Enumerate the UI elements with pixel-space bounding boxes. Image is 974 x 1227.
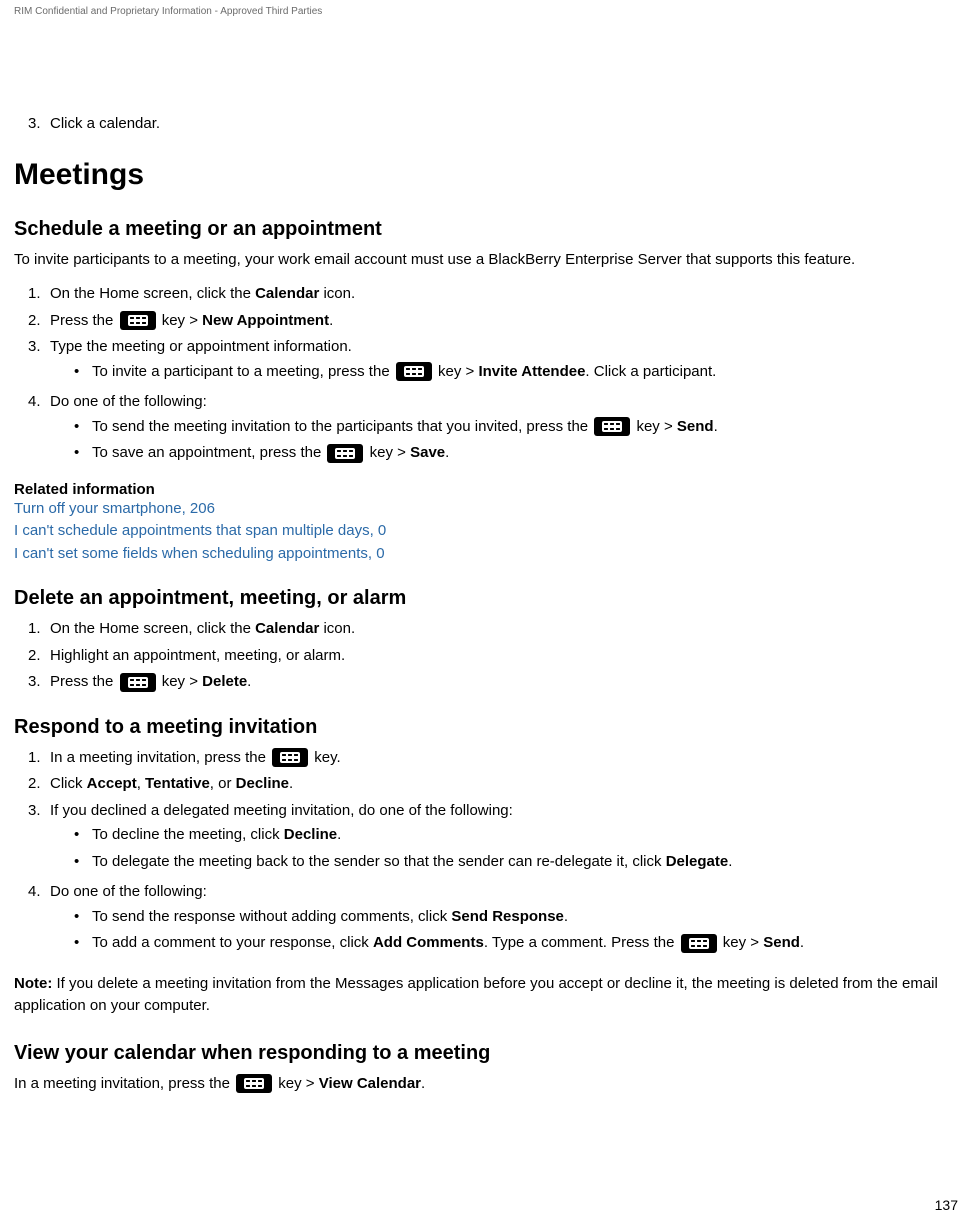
respond-step-3-bullet-1: • To decline the meeting, click Decline.: [50, 824, 960, 847]
heading-meetings: Meetings: [14, 158, 960, 192]
heading-schedule: Schedule a meeting or an appointment: [14, 218, 960, 241]
page-number: 137: [935, 1197, 958, 1213]
respond-step-4-bullet-1: • To send the response without adding co…: [50, 906, 960, 929]
respond-note: Note: If you delete a meeting invitation…: [14, 973, 960, 1018]
schedule-step-1: 1. On the Home screen, click the Calenda…: [28, 283, 960, 306]
step-text: Click a calendar.: [50, 113, 960, 136]
respond-step-3-bullet-2: • To delegate the meeting back to the se…: [50, 851, 960, 874]
schedule-step-3: 3. Type the meeting or appointment infor…: [28, 336, 960, 387]
view-calendar-section: View your calendar when responding to a …: [14, 1042, 960, 1096]
confidential-header: RIM Confidential and Proprietary Informa…: [14, 0, 960, 17]
related-link-1[interactable]: Turn off your smartphone, 206: [14, 498, 960, 521]
respond-step-4-bullet-2: • To add a comment to your response, cli…: [50, 932, 960, 955]
heading-respond: Respond to a meeting invitation: [14, 716, 960, 739]
blackberry-menu-key-icon: [272, 748, 308, 767]
respond-step-3: 3. If you declined a delegated meeting i…: [28, 800, 960, 878]
top-step-3: 3. Click a calendar.: [28, 113, 960, 136]
related-link-2[interactable]: I can't schedule appointments that span …: [14, 520, 960, 543]
blackberry-menu-key-icon: [236, 1074, 272, 1093]
schedule-step-3-bullet-1: • To invite a participant to a meeting, …: [50, 361, 960, 384]
schedule-step-4-bullet-1: • To send the meeting invitation to the …: [50, 416, 960, 439]
respond-step-1: 1. In a meeting invitation, press the ke…: [28, 747, 960, 770]
schedule-step-4: 4. Do one of the following: • To send th…: [28, 391, 960, 469]
delete-section: Delete an appointment, meeting, or alarm…: [14, 587, 960, 694]
blackberry-menu-key-icon: [120, 311, 156, 330]
heading-delete: Delete an appointment, meeting, or alarm: [14, 587, 960, 610]
schedule-section: Schedule a meeting or an appointment To …: [14, 218, 960, 566]
respond-step-2: 2. Click Accept, Tentative, or Decline.: [28, 773, 960, 796]
blackberry-menu-key-icon: [120, 673, 156, 692]
schedule-step-4-bullet-2: • To save an appointment, press the key …: [50, 442, 960, 465]
step-number: 3.: [28, 113, 50, 136]
delete-step-1: 1. On the Home screen, click the Calenda…: [28, 618, 960, 641]
schedule-step-2: 2. Press the key > New Appointment.: [28, 310, 960, 333]
blackberry-menu-key-icon: [681, 934, 717, 953]
schedule-intro: To invite participants to a meeting, you…: [14, 249, 960, 272]
delete-step-3: 3. Press the key > Delete.: [28, 671, 960, 694]
top-step-list: 3. Click a calendar.: [14, 113, 960, 136]
related-link-3[interactable]: I can't set some fields when scheduling …: [14, 543, 960, 566]
delete-step-2: 2. Highlight an appointment, meeting, or…: [28, 645, 960, 668]
view-calendar-text: In a meeting invitation, press the key >…: [14, 1073, 960, 1096]
page-content: 3. Click a calendar. Meetings Schedule a…: [14, 17, 960, 1095]
respond-section: Respond to a meeting invitation 1. In a …: [14, 716, 960, 1018]
respond-step-4: 4. Do one of the following: • To send th…: [28, 881, 960, 959]
related-heading: Related information: [14, 481, 960, 498]
blackberry-menu-key-icon: [327, 444, 363, 463]
blackberry-menu-key-icon: [594, 417, 630, 436]
blackberry-menu-key-icon: [396, 362, 432, 381]
heading-view-calendar: View your calendar when responding to a …: [14, 1042, 960, 1065]
